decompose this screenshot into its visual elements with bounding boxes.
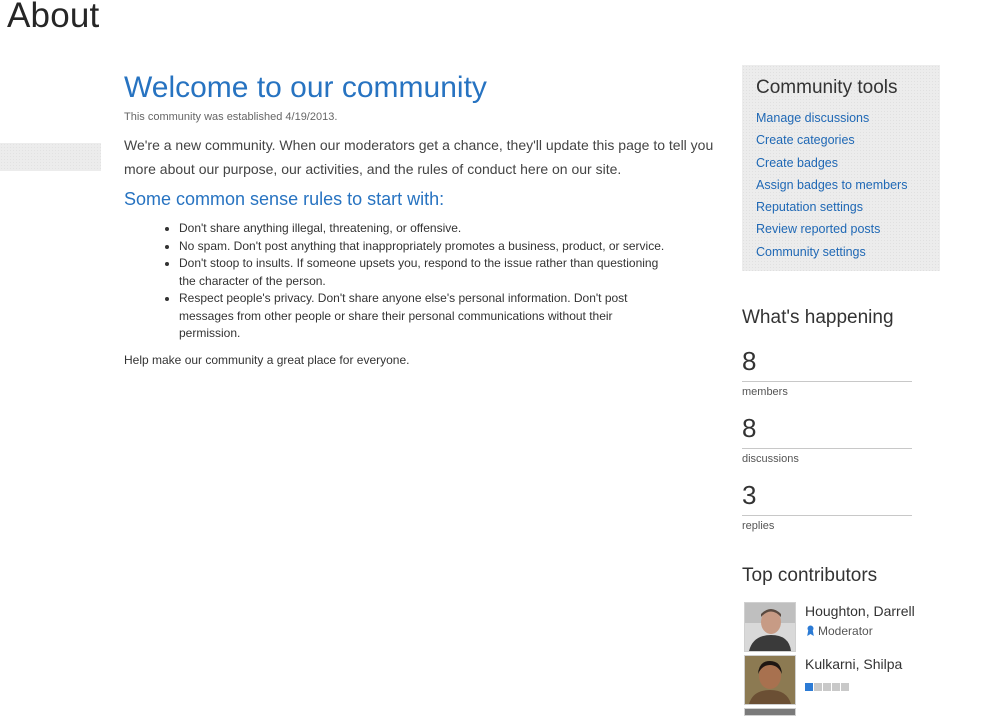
replies-stat: 3 replies — [742, 481, 912, 532]
rule-item: No spam. Don't post anything that inappr… — [179, 238, 674, 256]
community-tools-title: Community tools — [756, 77, 898, 98]
manage-discussions-link[interactable]: Manage discussions — [756, 107, 907, 129]
role-label: Moderator — [818, 624, 873, 638]
contributor-role: Moderator — [806, 624, 873, 638]
create-badges-link[interactable]: Create badges — [756, 152, 907, 174]
established-date: This community was established 4/19/2013… — [124, 111, 338, 123]
intro-paragraph: We're a new community. When our moderato… — [124, 137, 714, 177]
discussions-stat: 8 discussions — [742, 414, 912, 465]
level-box — [805, 683, 813, 691]
review-reported-posts-link[interactable]: Review reported posts — [756, 218, 907, 240]
members-stat: 8 members — [742, 347, 912, 398]
level-box — [823, 683, 831, 691]
whats-happening-title: What's happening — [742, 307, 894, 328]
assign-badges-link[interactable]: Assign badges to members — [756, 174, 907, 196]
level-box — [832, 683, 840, 691]
members-label: members — [742, 386, 788, 398]
members-count: 8 — [742, 347, 912, 382]
top-contributors-title: Top contributors — [742, 565, 878, 586]
avatar[interactable] — [744, 602, 796, 652]
community-settings-link[interactable]: Community settings — [756, 241, 907, 263]
rule-item: Respect people's privacy. Don't share an… — [179, 290, 674, 343]
left-nav-placeholder — [0, 143, 101, 171]
community-tools-panel: Community tools Manage discussions Creat… — [742, 65, 940, 271]
rules-heading: Some common sense rules to start with: — [124, 189, 445, 209]
reputation-level-bar — [805, 678, 850, 696]
level-box — [841, 683, 849, 691]
level-box — [814, 683, 822, 691]
main-content: Welcome to our community This community … — [124, 70, 724, 367]
rule-item: Don't share anything illegal, threatenin… — [179, 220, 674, 238]
page-title: About — [7, 0, 100, 35]
contributor-name[interactable]: Houghton, Darrell — [805, 603, 915, 619]
create-categories-link[interactable]: Create categories — [756, 129, 907, 151]
replies-count: 3 — [742, 481, 912, 516]
contributor-item: Houghton, Darrell Moderator — [744, 602, 974, 652]
closing-text: Help make our community a great place fo… — [124, 352, 410, 367]
contributor-name[interactable]: Kulkarni, Shilpa — [805, 656, 902, 672]
rule-item: Don't stoop to insults. If someone upset… — [179, 255, 674, 290]
reputation-settings-link[interactable]: Reputation settings — [756, 196, 907, 218]
ribbon-badge-icon — [807, 625, 814, 636]
rules-list: Don't share anything illegal, threatenin… — [124, 220, 674, 343]
avatar[interactable] — [744, 708, 796, 716]
avatar[interactable] — [744, 655, 796, 705]
community-tools-links: Manage discussions Create categories Cre… — [756, 107, 907, 263]
discussions-label: discussions — [742, 453, 799, 465]
contributor-item: Kulkarni, Shilpa — [744, 655, 974, 705]
discussions-count: 8 — [742, 414, 912, 449]
welcome-heading: Welcome to our community — [124, 71, 487, 104]
replies-label: replies — [742, 520, 775, 532]
